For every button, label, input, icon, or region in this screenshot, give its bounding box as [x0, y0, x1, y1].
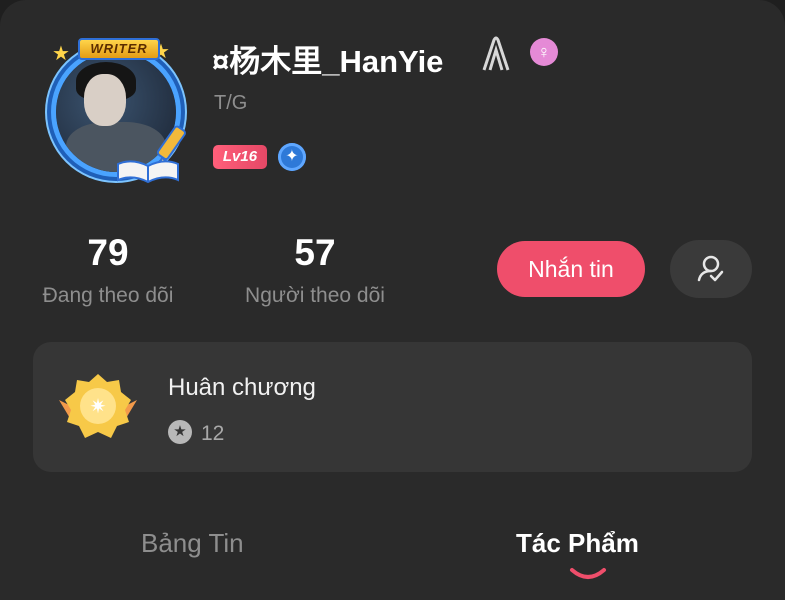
following-stat[interactable]: 79 Đang theo dõi — [28, 232, 188, 308]
username: ¤杨木里_HanYie — [212, 44, 444, 79]
active-tab-indicator — [570, 568, 606, 579]
profile-panel: ★ ★ WRITER ¤杨木里_HanYie ♀ T/G Lv16 ✦ 79 Đ… — [0, 0, 785, 600]
medal-title: Huân chương — [168, 374, 316, 401]
medal-icon: ✷ — [59, 374, 137, 438]
avatar-frame-label: WRITER — [78, 38, 160, 60]
medal-count: 12 — [201, 422, 225, 445]
following-count: 79 — [87, 232, 129, 273]
followers-count: 57 — [294, 232, 336, 273]
medal-card[interactable]: ✷ Huân chương ★ 12 — [33, 342, 752, 472]
book-icon — [117, 160, 179, 184]
paperclip-icon — [482, 36, 510, 71]
following-label: Đang theo dõi — [42, 284, 174, 307]
avatar[interactable]: ★ ★ WRITER — [34, 30, 204, 190]
followers-label: Người theo dõi — [245, 284, 385, 307]
follow-status-icon — [697, 255, 724, 282]
star-icon: ★ — [52, 43, 70, 65]
star-coin-icon: ★ — [168, 420, 192, 444]
tab-works[interactable]: Tác Phẩm — [516, 528, 639, 559]
followers-stat[interactable]: 57 Người theo dõi — [228, 232, 402, 308]
svg-text:✷: ✷ — [90, 394, 107, 418]
level-badge[interactable]: Lv16 — [213, 145, 267, 169]
verified-icon[interactable]: ✦ — [278, 143, 306, 171]
tab-feed[interactable]: Bảng Tin — [141, 528, 244, 559]
profile-subtitle: T/G — [214, 92, 248, 114]
female-icon: ♀ — [530, 38, 558, 66]
message-button[interactable]: Nhắn tin — [497, 241, 645, 297]
follow-status-button[interactable] — [670, 240, 752, 298]
